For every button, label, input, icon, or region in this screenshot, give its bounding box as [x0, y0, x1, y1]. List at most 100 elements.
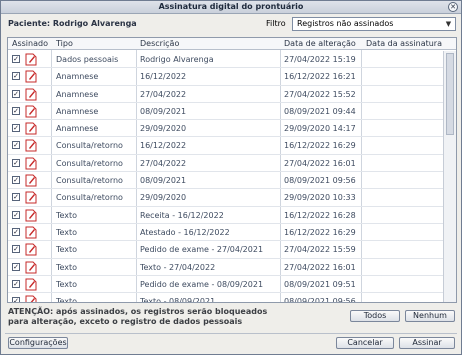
table-row[interactable]: ✓ Consulta/retorno 27/04/2022 27/04/2022 16… — [8, 155, 444, 173]
signed-checkbox[interactable]: ✓ — [12, 141, 20, 150]
chevron-down-icon[interactable]: ▼ — [443, 19, 454, 29]
table-row[interactable]: ✓ Consulta/retorno 08/09/2021 08/09/2021 09… — [8, 172, 444, 190]
table-row[interactable]: ✓ Anamnese 27/04/2022 27/04/2022 15:52 — [8, 86, 444, 103]
separator — [5, 333, 457, 334]
cell-descricao: 16/12/2022 — [140, 141, 187, 151]
signed-checkbox[interactable]: ✓ — [12, 227, 20, 236]
scroll-thumb[interactable] — [446, 53, 454, 135]
signed-checkbox[interactable]: ✓ — [12, 193, 20, 202]
cell-tipo: Anamnese — [56, 89, 99, 99]
cell-tipo: Texto — [56, 262, 78, 272]
signed-checkbox[interactable]: ✓ — [12, 55, 20, 63]
cell-descricao: Receita - 16/12/2022 — [140, 210, 224, 220]
signed-checkbox[interactable]: ✓ — [12, 245, 20, 254]
cell-descricao: Texto - 27/04/2022 — [140, 262, 216, 272]
window-title: Assinatura digital do prontuário — [158, 2, 304, 11]
cell-descricao: 08/09/2021 — [140, 106, 187, 116]
table-row[interactable]: ✓ Texto Pedido de exame - 27/04/2021 27/04/… — [8, 241, 444, 259]
signed-checkbox[interactable]: ✓ — [12, 297, 20, 302]
cell-data-alteracao: 08/09/2021 09:51 — [284, 279, 356, 289]
edit-document-icon[interactable] — [25, 209, 37, 222]
cell-descricao: Texto - 08/09/2021 — [140, 297, 216, 303]
edit-document-icon[interactable] — [25, 261, 37, 274]
cell-data-alteracao: 08/09/2021 09:56 — [284, 297, 356, 303]
table-header: Assinado Tipo Descrição Data de alteraçã… — [8, 38, 456, 50]
cell-descricao: Rodrigo Alvarenga — [140, 55, 214, 64]
settings-button[interactable]: Configurações — [8, 337, 68, 349]
edit-document-icon[interactable] — [25, 105, 37, 118]
header-descricao[interactable]: Descrição — [140, 39, 179, 48]
cell-descricao: Pedido de exame - 27/04/2021 — [140, 245, 264, 255]
table-row[interactable]: ✓ Texto Texto - 08/09/2021 08/09/2021 09:56 — [8, 293, 444, 303]
signed-checkbox[interactable]: ✓ — [12, 279, 20, 288]
table-row[interactable]: ✓ Anamnese 29/09/2020 29/09/2020 14:17 — [8, 120, 444, 138]
cell-data-alteracao: 16/12/2022 16:21 — [284, 72, 356, 82]
cell-tipo: Texto — [56, 279, 78, 289]
table-row[interactable]: ✓ Consulta/retorno 16/12/2022 16/12/2022 16… — [8, 137, 444, 155]
cell-data-alteracao: 29/09/2020 10:33 — [284, 193, 356, 203]
cell-tipo: Consulta/retorno — [56, 141, 123, 151]
edit-document-icon[interactable] — [25, 174, 37, 187]
table-row[interactable]: ✓ Consulta/retorno 29/09/2020 29/09/2020 10… — [8, 189, 444, 207]
signed-checkbox[interactable]: ✓ — [12, 262, 20, 271]
cell-data-alteracao: 16/12/2022 16:29 — [284, 141, 356, 151]
cell-tipo: Texto — [56, 245, 78, 255]
signed-checkbox[interactable]: ✓ — [12, 89, 20, 98]
edit-document-icon[interactable] — [25, 226, 37, 239]
vertical-scrollbar[interactable] — [443, 51, 456, 302]
header-data-alteracao[interactable]: Data de alteração — [284, 39, 356, 48]
cell-tipo: Texto — [56, 210, 78, 220]
table-row[interactable]: ✓ Texto Texto - 27/04/2022 27/04/2022 16:01 — [8, 259, 444, 276]
cell-data-alteracao: 08/09/2021 09:56 — [284, 176, 356, 186]
cell-data-alteracao: 27/04/2022 15:52 — [284, 89, 356, 99]
edit-document-icon[interactable] — [25, 191, 37, 204]
cell-descricao: 29/09/2020 — [140, 124, 187, 134]
cancel-button[interactable]: Cancelar — [336, 337, 394, 349]
cell-descricao: 16/12/2022 — [140, 72, 187, 82]
table-row[interactable]: ✓ Anamnese 16/12/2022 16/12/2022 16:21 — [8, 68, 444, 86]
select-none-button[interactable]: Nenhum — [405, 310, 455, 322]
signed-checkbox[interactable]: ✓ — [12, 106, 20, 115]
close-icon[interactable]: ✕ — [448, 2, 458, 12]
cell-tipo: Anamnese — [56, 72, 99, 82]
edit-document-icon[interactable] — [25, 122, 37, 135]
table-row[interactable]: ✓ Anamnese 08/09/2021 08/09/2021 09:44 — [8, 103, 444, 121]
edit-document-icon[interactable] — [25, 243, 37, 256]
table-row[interactable]: ✓ Texto Pedido de exame - 08/09/2021 08/09/… — [8, 276, 444, 294]
cell-descricao: 27/04/2022 — [140, 158, 187, 168]
edit-document-icon[interactable] — [25, 53, 37, 66]
edit-document-icon[interactable] — [25, 70, 37, 83]
cell-data-alteracao: 29/09/2020 14:17 — [284, 124, 356, 134]
edit-document-icon[interactable] — [25, 295, 37, 302]
patient-label: Paciente: Rodrigo Alvarenga — [8, 19, 137, 28]
cell-data-alteracao: 27/04/2022 16:01 — [284, 262, 356, 272]
cell-descricao: 29/09/2020 — [140, 193, 187, 203]
edit-document-icon[interactable] — [25, 278, 37, 291]
cell-data-alteracao: 27/04/2022 15:59 — [284, 245, 356, 255]
signed-checkbox[interactable]: ✓ — [12, 72, 20, 81]
header-assinado[interactable]: Assinado — [12, 39, 48, 48]
table-row[interactable]: ✓ Texto Atestado - 16/12/2022 16/12/2022 16… — [8, 224, 444, 242]
edit-document-icon[interactable] — [25, 139, 37, 152]
header-tipo[interactable]: Tipo — [56, 39, 73, 48]
cell-tipo: Consulta/retorno — [56, 193, 123, 203]
table-row[interactable]: ✓ Dados pessoais Rodrigo Alvarenga 27/04/20… — [8, 51, 444, 69]
cell-tipo: Texto — [56, 227, 78, 237]
sign-button[interactable]: Assinar — [399, 337, 455, 349]
signed-checkbox[interactable]: ✓ — [12, 124, 20, 133]
signature-window: Assinatura digital do prontuário ✕ Pacie… — [0, 0, 462, 355]
select-all-button[interactable]: Todos — [350, 310, 400, 322]
signed-checkbox[interactable]: ✓ — [12, 176, 20, 185]
header-data-assinatura[interactable]: Data da assinatura — [366, 39, 442, 48]
cell-tipo: Consulta/retorno — [56, 176, 123, 186]
edit-document-icon[interactable] — [25, 88, 37, 101]
table-row[interactable]: ✓ Texto Receita - 16/12/2022 16/12/2022 16:… — [8, 207, 444, 224]
edit-document-icon[interactable] — [25, 157, 37, 170]
cell-descricao: 08/09/2021 — [140, 176, 187, 186]
filter-select[interactable]: Registros não assinados ▼ — [292, 17, 456, 31]
signed-checkbox[interactable]: ✓ — [12, 210, 20, 219]
cell-tipo: Texto — [56, 297, 78, 303]
cell-descricao: Atestado - 16/12/2022 — [140, 227, 230, 237]
filter-label: Filtro — [266, 19, 286, 28]
signed-checkbox[interactable]: ✓ — [12, 158, 20, 167]
